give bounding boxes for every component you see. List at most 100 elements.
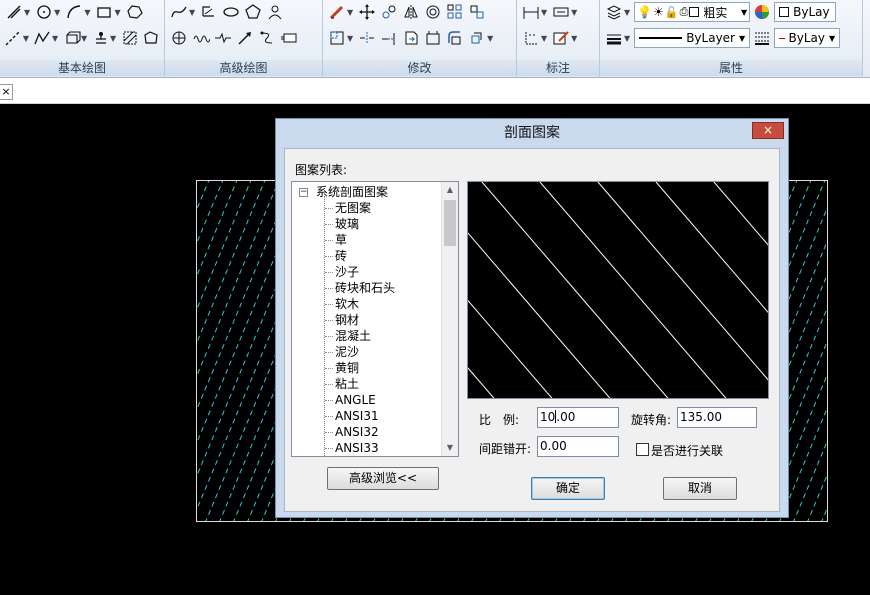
dropdown-arrow-icon[interactable]: ▼ [347, 34, 353, 43]
dropdown-arrow-icon[interactable]: ▼ [52, 34, 58, 43]
ordinate-dimension-icon[interactable] [521, 28, 541, 48]
hatch-icon[interactable] [120, 28, 139, 48]
circle-icon[interactable] [34, 2, 54, 22]
construction-line-icon[interactable] [4, 28, 23, 48]
revision-cloud-icon[interactable] [265, 2, 285, 22]
lineweight-list-icon[interactable] [752, 28, 772, 48]
copy-icon[interactable] [379, 2, 399, 22]
dropdown-arrow-icon[interactable]: ▼ [541, 8, 547, 17]
tree-item[interactable]: ANSI32 [292, 424, 442, 440]
lock-icon[interactable]: 🔓 [665, 6, 679, 19]
close-icon[interactable]: × [752, 122, 784, 139]
tree-item[interactable]: 粘土 [292, 376, 442, 392]
chevron-down-icon[interactable]: ▼ [741, 8, 747, 17]
dropdown-arrow-icon[interactable]: ▼ [571, 34, 577, 43]
linetype-combo[interactable]: ByLayer ▼ [634, 28, 751, 48]
tree-item[interactable]: 黄铜 [292, 360, 442, 376]
array-icon[interactable] [445, 2, 465, 22]
arrow-icon[interactable] [235, 28, 255, 48]
printer-icon[interactable]: ⎙ [680, 5, 689, 19]
associate-checkbox[interactable] [636, 443, 649, 456]
dropdown-arrow-icon[interactable]: ▼ [81, 34, 87, 43]
trim-icon[interactable] [357, 28, 377, 48]
dropdown-arrow-icon[interactable]: ▼ [24, 8, 30, 17]
sketch-icon[interactable] [199, 2, 219, 22]
centerline-icon[interactable] [257, 28, 277, 48]
tree-item[interactable]: 钢材 [292, 312, 442, 328]
ok-button[interactable]: 确定 [531, 477, 605, 500]
polyline-icon[interactable] [33, 28, 52, 48]
dropdown-arrow-icon[interactable]: ▼ [114, 8, 120, 17]
color-combo[interactable]: ByLay [774, 2, 837, 22]
color-wheel-icon[interactable] [752, 2, 772, 22]
advanced-browse-button[interactable]: 高级浏览<< [327, 467, 439, 490]
rotation-input[interactable]: 135.00 [677, 407, 757, 428]
dropdown-arrow-icon[interactable]: ▼ [571, 8, 577, 17]
move-icon[interactable] [357, 2, 377, 22]
dropdown-arrow-icon[interactable]: ▼ [84, 8, 90, 17]
close-tab-icon[interactable]: × [0, 84, 13, 100]
edit-dimension-icon[interactable] [551, 28, 571, 48]
arc-icon[interactable] [64, 2, 84, 22]
fillet-icon[interactable] [445, 28, 465, 48]
table-icon[interactable] [279, 28, 299, 48]
tree-root-item[interactable]: − 系统剖面图案 [292, 184, 442, 200]
tree-item[interactable]: 无图案 [292, 200, 442, 216]
sun-icon[interactable]: ☀ [653, 5, 664, 19]
dropdown-arrow-icon[interactable]: ▼ [624, 34, 630, 43]
chevron-down-icon[interactable]: ▼ [739, 34, 745, 43]
tree-item[interactable]: ANSI33 [292, 440, 442, 456]
chamfer-icon[interactable] [423, 28, 443, 48]
spline-icon[interactable] [169, 2, 189, 22]
polygon-icon[interactable] [243, 2, 263, 22]
scroll-up-icon[interactable]: ▲ [442, 182, 458, 198]
spacing-offset-input[interactable]: 0.00 [537, 436, 619, 457]
explode-icon[interactable] [467, 28, 487, 48]
layer-properties-icon[interactable] [604, 2, 624, 22]
point-icon[interactable] [91, 28, 110, 48]
dropdown-arrow-icon[interactable]: ▼ [624, 8, 630, 17]
dimension-icon[interactable] [521, 2, 541, 22]
lineweight-icon[interactable] [604, 28, 624, 48]
tree-item[interactable]: 砖 [292, 248, 442, 264]
text-style-icon[interactable] [551, 2, 571, 22]
dialog-title[interactable]: 剖面图案 [276, 119, 788, 147]
collapse-icon[interactable]: − [299, 188, 308, 197]
dropdown-arrow-icon[interactable]: ▼ [347, 8, 353, 17]
tree-scrollbar[interactable]: ▲ ▼ [441, 182, 458, 456]
scrollbar-thumb[interactable] [444, 200, 456, 246]
rotate-icon[interactable] [467, 2, 487, 22]
dropdown-arrow-icon[interactable]: ▼ [23, 34, 29, 43]
wave-line-icon[interactable] [191, 28, 211, 48]
ellipse-icon[interactable] [221, 2, 241, 22]
tree-item[interactable]: 玻璃 [292, 216, 442, 232]
chevron-down-icon[interactable]: ▼ [829, 34, 835, 43]
mirror-icon[interactable] [401, 2, 421, 22]
scroll-down-icon[interactable]: ▼ [442, 440, 458, 456]
dropdown-arrow-icon[interactable]: ▼ [54, 8, 60, 17]
extend-icon[interactable] [379, 28, 399, 48]
rectangle-icon[interactable] [94, 2, 114, 22]
tree-item[interactable]: ANSI31 [292, 408, 442, 424]
tree-item[interactable]: 砖块和石头 [292, 280, 442, 296]
scale-icon[interactable] [327, 28, 347, 48]
dropdown-arrow-icon[interactable]: ▼ [189, 8, 195, 17]
layer-combo[interactable]: 💡 ☀ 🔓 ⎙ 粗实 ▼ [634, 2, 751, 22]
hexagon-icon[interactable] [125, 2, 145, 22]
tree-item[interactable]: 沙子 [292, 264, 442, 280]
tree-item[interactable]: 草 [292, 232, 442, 248]
tree-item[interactable]: 泥沙 [292, 344, 442, 360]
tree-item[interactable]: 混凝土 [292, 328, 442, 344]
dropdown-arrow-icon[interactable]: ▼ [541, 34, 547, 43]
dropdown-arrow-icon[interactable]: ▼ [110, 34, 116, 43]
erase-icon[interactable] [327, 2, 347, 22]
region-icon[interactable] [141, 28, 160, 48]
scale-input[interactable]: 10.00 [537, 407, 619, 428]
plot-style-combo[interactable]: ByLay ▼ [774, 28, 841, 48]
break-line-icon[interactable] [213, 28, 233, 48]
tree-item[interactable]: 软木 [292, 296, 442, 312]
break-icon[interactable] [401, 28, 421, 48]
offset-icon[interactable] [423, 2, 443, 22]
pattern-tree[interactable]: − 系统剖面图案 无图案 玻璃 草 砖 沙子 砖块和石头 软木 钢材 混凝土 泥… [291, 181, 459, 457]
block-icon[interactable] [62, 28, 81, 48]
